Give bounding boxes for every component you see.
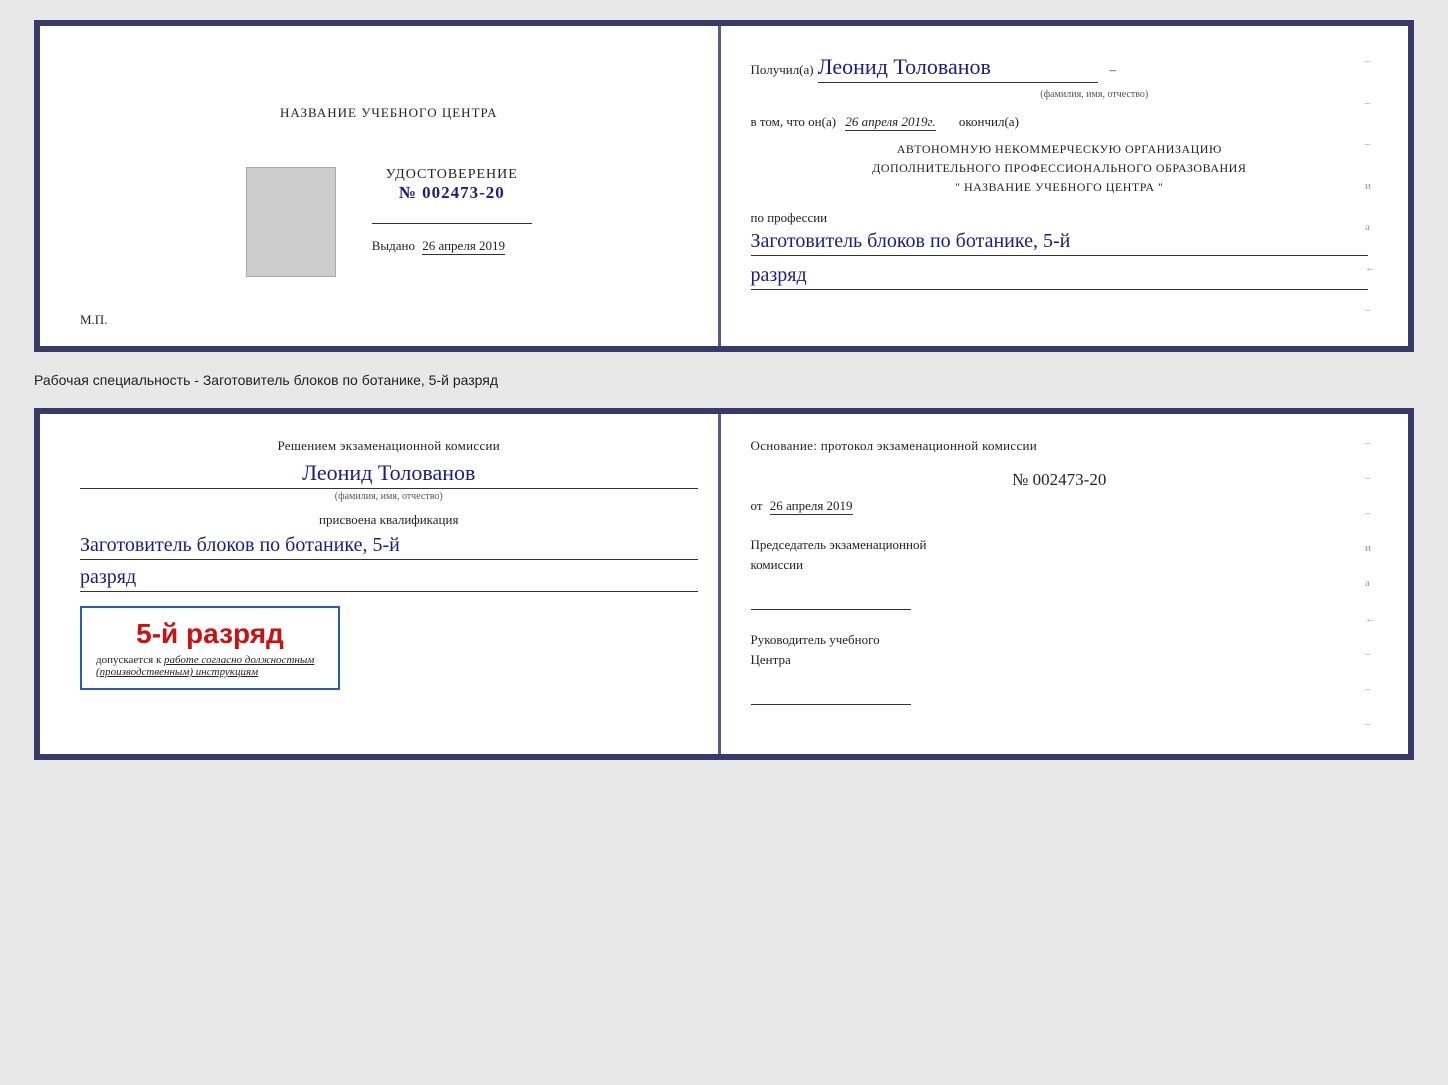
head-signature-line — [751, 689, 911, 705]
top-left-half: НАЗВАНИЕ УЧЕБНОГО ЦЕНТРА УДОСТОВЕРЕНИЕ №… — [40, 26, 721, 346]
okonchil-label: окончил(а) — [959, 114, 1019, 129]
chairman-title: Председатель экзаменационной комиссии — [751, 535, 1369, 574]
specialty-label: Рабочая специальность - Заготовитель бло… — [34, 370, 1414, 390]
vydano-date: 26 апреля 2019 — [422, 238, 505, 255]
mp-label: М.П. — [80, 312, 107, 328]
top-right-half: Получил(а) Леонид Толованов – (фамилия, … — [721, 26, 1409, 346]
head-title: Руководитель учебного Центра — [751, 630, 1369, 669]
stamp-admission: допускается к работе согласно должностны… — [96, 654, 324, 678]
udostoverenie-block: УДОСТОВЕРЕНИЕ № 002473-20 — [372, 167, 532, 203]
razryad-value: разряд — [751, 264, 1369, 290]
stamp-grade: 5-й разряд — [96, 618, 324, 650]
org-block: АВТОНОМНУЮ НЕКОММЕРЧЕСКУЮ ОРГАНИЗАЦИЮ ДО… — [751, 140, 1369, 198]
protocol-number: № 002473-20 — [751, 470, 1369, 490]
center-name-top: НАЗВАНИЕ УЧЕБНОГО ЦЕНТРА — [280, 105, 497, 121]
ot-label: от — [751, 498, 763, 513]
date-line: в том, что он(а) 26 апреля 2019г. окончи… — [751, 114, 1369, 130]
udostoverenie-number: № 002473-20 — [372, 183, 532, 203]
bottom-razryad-value: разряд — [80, 566, 698, 592]
ot-date: 26 апреля 2019 — [770, 498, 853, 515]
stamp-box: 5-й разряд допускается к работе согласно… — [80, 606, 340, 690]
recipient-name: Леонид Толованов — [818, 54, 1098, 83]
bottom-fio-subtitle: (фамилия, имя, отчество) — [80, 491, 698, 502]
bottom-document: Решением экзаменационной комиссии Леонид… — [34, 408, 1414, 760]
decision-text: Решением экзаменационной комиссии — [80, 438, 698, 454]
ot-line: от 26 апреля 2019 — [751, 498, 1369, 515]
poluchil-label: Получил(а) — [751, 62, 814, 78]
prisvoena-line: присвоена квалификация — [80, 512, 698, 528]
chairman-signature-line — [751, 594, 911, 610]
top-document: НАЗВАНИЕ УЧЕБНОГО ЦЕНТРА УДОСТОВЕРЕНИЕ №… — [34, 20, 1414, 352]
photo-placeholder — [246, 167, 336, 277]
vydano-line: Выдано 26 апреля 2019 — [372, 238, 532, 255]
udostoverenie-title: УДОСТОВЕРЕНИЕ — [372, 167, 532, 183]
bottom-right-half: Основание: протокол экзаменационной коми… — [721, 414, 1409, 754]
osnov-line: Основание: протокол экзаменационной коми… — [751, 438, 1369, 454]
recipient-line: Получил(а) Леонид Толованов – — [751, 54, 1369, 83]
profession-block: по профессии Заготовитель блоков по бота… — [751, 210, 1369, 290]
kvalif-value: Заготовитель блоков по ботанике, 5-й — [80, 534, 698, 560]
fio-subtitle: (фамилия, имя, отчество) — [821, 89, 1369, 100]
cert-number: 002473-20 — [422, 183, 505, 202]
cert-date: 26 апреля 2019г. — [845, 114, 935, 131]
chairman-block: Председатель экзаменационной комиссии — [751, 535, 1369, 610]
profession-value: Заготовитель блоков по ботанике, 5-й — [751, 230, 1369, 256]
bottom-person-name: Леонид Толованов — [80, 460, 698, 489]
number-prefix: № — [399, 183, 417, 202]
bottom-left-half: Решением экзаменационной комиссии Леонид… — [40, 414, 721, 754]
head-block: Руководитель учебного Центра — [751, 630, 1369, 705]
